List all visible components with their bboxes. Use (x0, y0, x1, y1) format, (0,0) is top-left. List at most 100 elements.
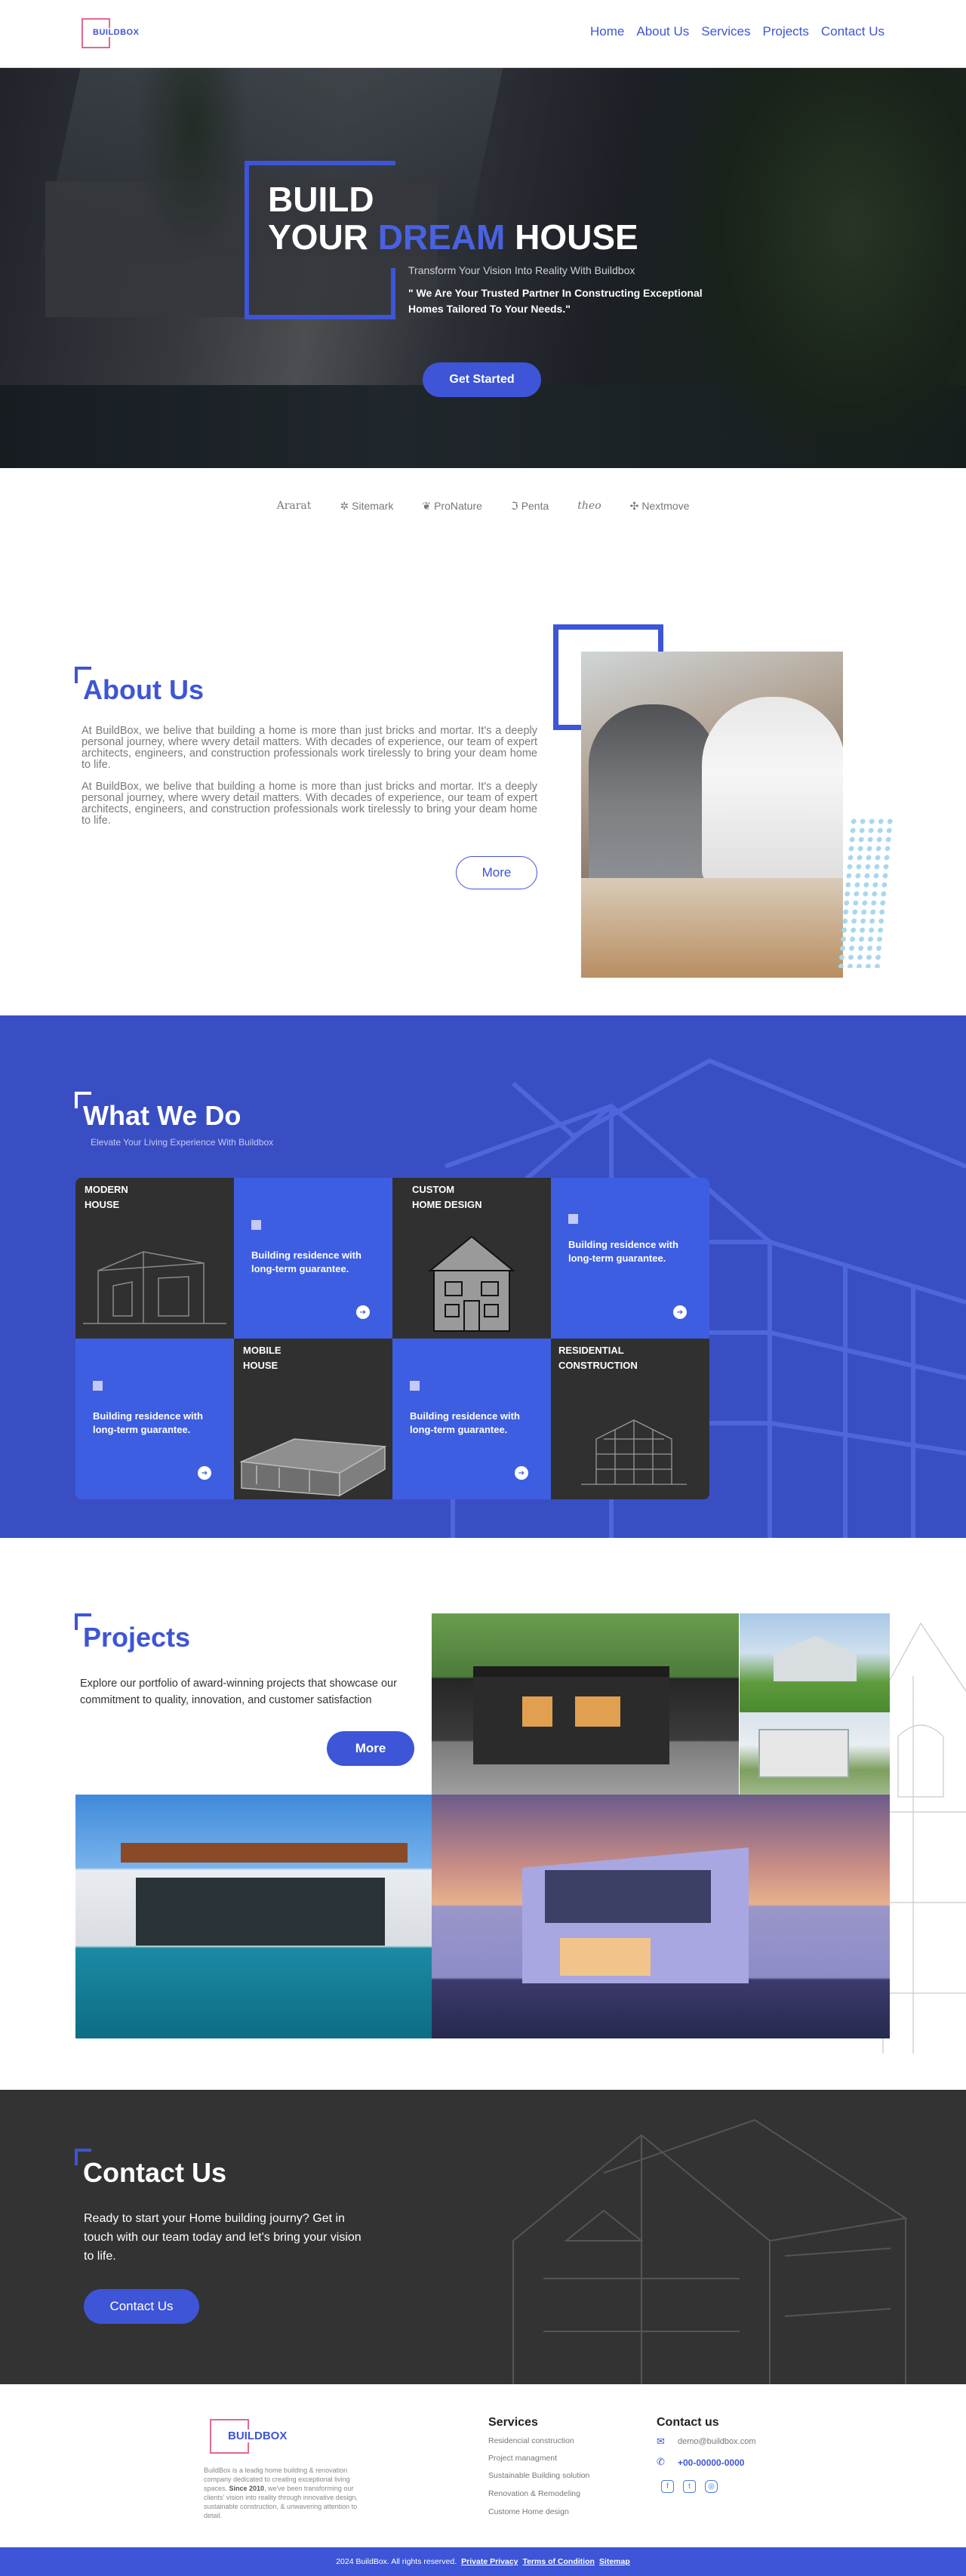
arrow-right-icon[interactable]: ➔ (515, 1466, 528, 1480)
service-text: Building residence with long-term guaran… (93, 1410, 203, 1435)
service-title: MOBILE HOUSE (243, 1345, 281, 1371)
privacy-link[interactable]: Private Privacy (461, 2557, 518, 2566)
services-grid: MODERN HOUSE Building residence with lon… (75, 1178, 709, 1499)
contact-title: Contact Us (83, 2157, 227, 2188)
project-image-pool-villa[interactable] (75, 1795, 432, 2038)
projects-more-button[interactable]: More (327, 1731, 414, 1766)
service-title: MODERN HOUSE (85, 1184, 128, 1210)
footer-service-link[interactable]: Residencial construction (488, 2436, 574, 2445)
footer-logo[interactable]: BUILDBOX (210, 2419, 289, 2454)
footer-bottom-bar: 2024 BuildBox. All rights reserved. Priv… (0, 2547, 966, 2576)
about-image-workers (581, 652, 843, 978)
hero-title-line2: YOUR DREAM HOUSE (268, 217, 638, 257)
partner-name: Nextmove (641, 500, 690, 512)
service-card-residential-construction[interactable]: RESIDENTIAL CONSTRUCTION (551, 1339, 709, 1499)
main-nav: Home About Us Services Projects Contact … (590, 24, 884, 39)
square-icon (251, 1220, 261, 1230)
hero-title-line1: BUILD (268, 180, 374, 219)
site-header: BUILDBOX Home About Us Services Projects… (0, 0, 966, 68)
logo[interactable]: BUILDBOX (82, 18, 140, 48)
twitter-icon[interactable]: t (683, 2480, 696, 2493)
sitemap-link[interactable]: Sitemap (599, 2557, 630, 2566)
project-image-suburban-house[interactable] (740, 1613, 890, 1712)
hero-frame-decoration-end (391, 268, 395, 319)
dots-decoration (836, 817, 897, 968)
footer-description-since: Since 2010 (229, 2485, 265, 2492)
square-icon (410, 1381, 420, 1391)
modern-house-sketch (83, 1251, 226, 1324)
partner-name: Sitemark (352, 500, 394, 512)
projects-text: Explore our portfolio of award-winning p… (80, 1678, 397, 1706)
mobile-house-sketch (239, 1438, 387, 1497)
house-icon (428, 1235, 515, 1332)
nav-contact-us[interactable]: Contact Us (821, 24, 884, 39)
service-card-text[interactable]: Building residence with long-term guaran… (234, 1178, 392, 1339)
service-text: Building residence with long-term guaran… (251, 1249, 361, 1274)
service-card-modern-house[interactable]: MODERN HOUSE (75, 1178, 234, 1339)
footer-description: BuildBox is a leadig home building & ren… (204, 2466, 370, 2520)
partner-nextmove: ✣ Nextmove (630, 500, 690, 513)
footer-service-link[interactable]: Sustainable Building solution (488, 2471, 589, 2480)
square-icon (93, 1381, 103, 1391)
about-more-button[interactable]: More (456, 856, 537, 889)
copyright-text: 2024 BuildBox. All rights reserved. (336, 2557, 457, 2566)
logo-text: BUILDBOX (226, 2430, 289, 2442)
contact-us-button[interactable]: Contact Us (84, 2289, 199, 2324)
footer-service-link[interactable]: Project managment (488, 2454, 557, 2463)
services-subtitle: Elevate Your Living Experience With Buil… (91, 1137, 274, 1148)
partner-logos: Ararat ✲ Sitemark ❦ ProNature ℑ Penta theo … (0, 468, 966, 544)
nav-home[interactable]: Home (590, 24, 624, 39)
project-image-dark-house[interactable] (432, 1613, 739, 1795)
service-title: RESIDENTIAL CONSTRUCTION (558, 1345, 638, 1371)
penta-icon: ℑ (510, 499, 518, 512)
about-title: About Us (83, 674, 204, 705)
footer-service-link[interactable]: Custome Home design (488, 2507, 569, 2516)
hero-subtitle: Transform Your Vision Into Reality With … (408, 264, 635, 276)
service-card-custom-home-design[interactable]: CUSTOM HOME DESIGN (392, 1178, 551, 1339)
projects-title: Projects (83, 1622, 191, 1653)
square-icon (568, 1214, 578, 1224)
service-card-text[interactable]: Building residence with long-term guaran… (75, 1339, 234, 1499)
nav-services[interactable]: Services (701, 24, 750, 39)
partner-ararat: Ararat (277, 500, 312, 512)
arrow-right-icon[interactable]: ➔ (673, 1305, 687, 1319)
contact-text: Ready to start your Home building journy… (84, 2212, 361, 2263)
arrow-right-icon[interactable]: ➔ (198, 1466, 211, 1480)
nav-projects[interactable]: Projects (762, 24, 808, 39)
service-card-text[interactable]: Building residence with long-term guaran… (392, 1339, 551, 1499)
service-text: Building residence with long-term guaran… (568, 1239, 678, 1264)
footer-email[interactable]: demo@buildbox.com (678, 2437, 756, 2446)
mail-icon: ✉ (657, 2436, 665, 2447)
footer-phone[interactable]: +00-00000-0000 (678, 2457, 744, 2468)
about-paragraph-1: At BuildBox, we belive that building a h… (82, 725, 537, 771)
partner-name: ProNature (434, 500, 482, 512)
facebook-icon[interactable]: f (661, 2480, 674, 2493)
footer-contact-title: Contact us (657, 2416, 719, 2429)
project-image-modern-villa[interactable] (432, 1795, 890, 2038)
partner-penta: ℑ Penta (511, 500, 549, 513)
footer-services-title: Services (488, 2416, 538, 2429)
construction-sketch (581, 1419, 687, 1485)
service-text: Building residence with long-term guaran… (410, 1410, 520, 1435)
phone-icon: ✆ (657, 2456, 665, 2467)
get-started-button[interactable]: Get Started (423, 362, 541, 397)
service-card-mobile-house[interactable]: MOBILE HOUSE (234, 1339, 392, 1499)
instagram-icon[interactable]: ◎ (705, 2480, 718, 2493)
partner-name: Ararat (276, 500, 312, 512)
arrow-right-icon[interactable]: ➔ (356, 1305, 370, 1319)
partner-sitemark: ✲ Sitemark (340, 500, 393, 513)
hero-title-your: YOUR (268, 217, 378, 257)
service-card-text[interactable]: Building residence with long-term guaran… (551, 1178, 709, 1339)
hero-title-house: HOUSE (505, 217, 638, 257)
footer-service-link[interactable]: Renovation & Remodeling (488, 2489, 580, 2498)
partner-name: Penta (521, 500, 549, 512)
nav-about-us[interactable]: About Us (636, 24, 689, 39)
partner-theo: theo (577, 500, 601, 512)
about-paragraph-2: At BuildBox, we belive that building a h… (82, 781, 537, 827)
house-sketch-background (512, 2118, 908, 2384)
project-image-white-house[interactable] (740, 1712, 890, 1795)
service-title: CUSTOM HOME DESIGN (412, 1184, 482, 1210)
arrows-icon: ✣ (629, 499, 639, 512)
terms-link[interactable]: Terms of Condition (522, 2557, 594, 2566)
services-title: What We Do (83, 1100, 242, 1131)
